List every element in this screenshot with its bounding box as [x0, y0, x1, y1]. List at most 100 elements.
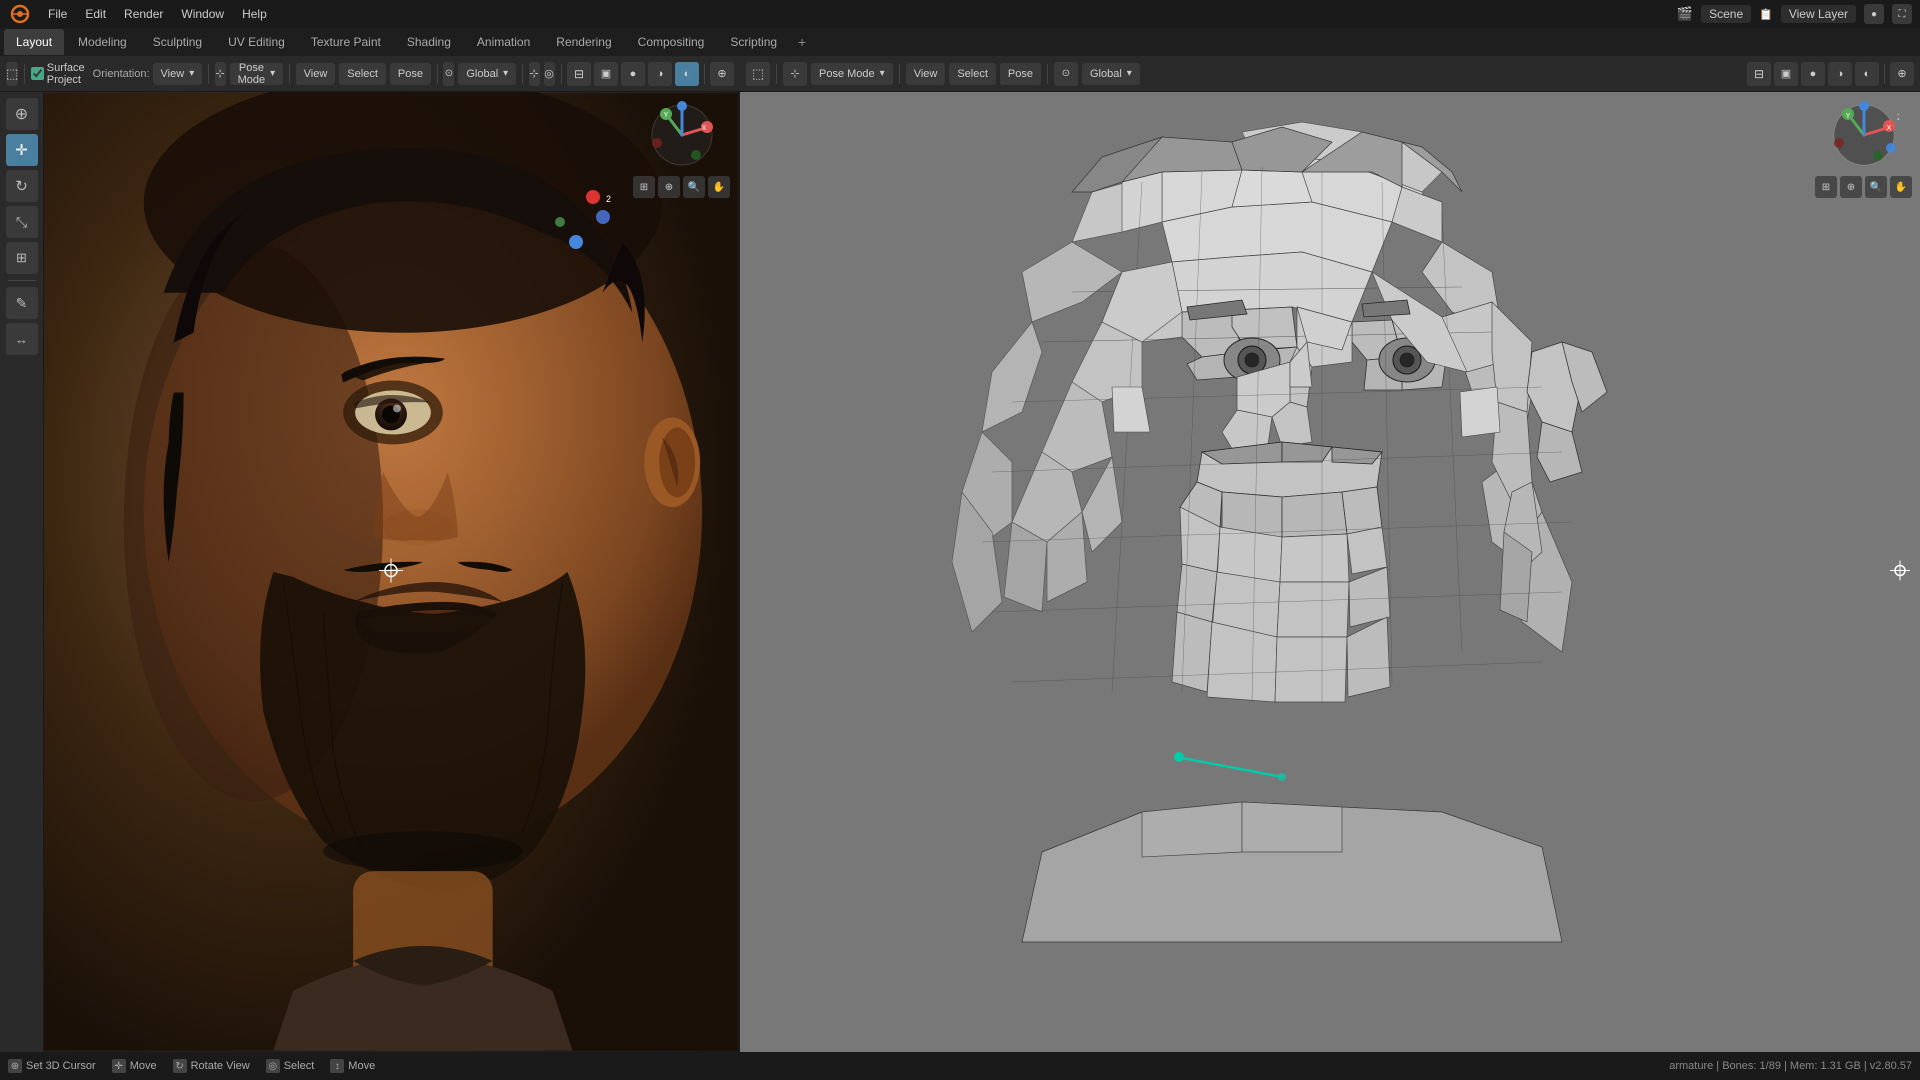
render-engine-btn[interactable]: ● — [1864, 4, 1884, 24]
surface-project-label: Surface Project — [47, 62, 85, 86]
tab-shading[interactable]: Shading — [395, 29, 463, 55]
svg-text:2: 2 — [606, 194, 611, 204]
tab-texture-paint[interactable]: Texture Paint — [299, 29, 393, 55]
right-vp-gizmo[interactable]: X Y 2 — [1829, 100, 1899, 170]
select-status-label: Select — [284, 1060, 315, 1072]
global-dropdown[interactable]: Global — [458, 63, 516, 85]
gizmo-btn-r[interactable]: ⊕ — [1890, 62, 1914, 86]
view-layer-name[interactable]: View Layer — [1781, 5, 1856, 23]
move-icon: ✛ — [112, 1059, 126, 1073]
rotate-tool[interactable]: ↻ — [6, 170, 38, 202]
orbit-btn-r[interactable]: ⊕ — [1840, 176, 1862, 198]
status-move-item: ✛ Move — [112, 1059, 157, 1073]
rendered-view-bg: X Y ⊞ ⊕ — [44, 92, 738, 1052]
orbit-btn[interactable]: ⊕ — [658, 176, 680, 198]
perspective-label: User Perspective — [748, 100, 856, 117]
header-left-toolbar: ⬚ Surface Project Orientation: View ⊹ Po… — [0, 56, 740, 92]
status-move2-item: ↕ Move — [330, 1059, 375, 1073]
gizmo-btn[interactable]: ⊕ — [710, 62, 734, 86]
menu-edit[interactable]: Edit — [77, 5, 114, 23]
tab-uv-editing[interactable]: UV Editing — [216, 29, 297, 55]
material-btn-r[interactable]: ◑ — [1828, 62, 1852, 86]
view-menu-btn-r[interactable]: View — [906, 63, 946, 85]
transform-gizmo-widget: 2 — [538, 177, 618, 260]
view-menu-btn[interactable]: View — [296, 63, 336, 85]
status-bar: ⊕ Set 3D Cursor ✛ Move ↻ Rotate View ◎ S… — [0, 1052, 1920, 1080]
move2-status-label: Move — [348, 1060, 375, 1072]
orientation-dropdown[interactable]: View — [153, 63, 203, 85]
viewport-container: X Y ⊞ ⊕ — [44, 92, 1920, 1052]
menu-file[interactable]: File — [40, 5, 75, 23]
tab-add[interactable]: + — [791, 31, 813, 53]
mode-icon-btn-r[interactable]: ⊹ — [783, 62, 807, 86]
wireframe-view-bg: User Perspective (35) armature : Jaw01 — [740, 92, 1920, 1052]
pivot-dropdown[interactable]: ⊙ — [443, 62, 454, 86]
cursor-status-label: Set 3D Cursor — [26, 1060, 96, 1072]
move-status-label: Move — [130, 1060, 157, 1072]
viewport-left[interactable]: X Y ⊞ ⊕ — [44, 92, 740, 1052]
scale-tool[interactable]: ⤡ — [6, 206, 38, 238]
tab-scripting[interactable]: Scripting — [718, 29, 789, 55]
move-tool[interactable]: ✛ — [6, 134, 38, 166]
editor-type-btn-r[interactable]: ⬚ — [746, 62, 770, 86]
menu-window[interactable]: Window — [173, 5, 232, 23]
measure-tool[interactable]: ↔ — [6, 323, 38, 355]
solid-btn-r[interactable]: ● — [1801, 62, 1825, 86]
pose-mode-btn-r[interactable]: Pose Mode — [811, 63, 893, 85]
status-info: armature | Bones: 1/89 | Mem: 1.31 GB | … — [1669, 1060, 1912, 1072]
pan-btn-r[interactable]: ✋ — [1890, 176, 1912, 198]
annotate-tool[interactable]: ✎ — [6, 287, 38, 319]
rendered-shading-btn[interactable]: ◐ — [675, 62, 699, 86]
wireframe-btn-r[interactable]: ▣ — [1774, 62, 1798, 86]
overlay-btn-r[interactable]: ⊟ — [1747, 62, 1771, 86]
menu-render[interactable]: Render — [116, 5, 171, 23]
global-dropdown-r[interactable]: Global — [1082, 63, 1140, 85]
editor-type-btn[interactable]: ⬚ — [6, 62, 18, 86]
zoom-btn-r[interactable]: 🔍 — [1865, 176, 1887, 198]
rsep2 — [899, 64, 900, 84]
tab-modeling[interactable]: Modeling — [66, 29, 139, 55]
proportional-editing[interactable]: ◎ — [544, 62, 555, 86]
top-menu-bar: File Edit Render Window Help 🎬 Scene 📋 V… — [0, 0, 1920, 28]
pose-menu-btn-r[interactable]: Pose — [1000, 63, 1041, 85]
viewport-info: User Perspective (35) armature : Jaw01 — [748, 100, 856, 133]
menu-help[interactable]: Help — [234, 5, 275, 23]
pivot-dropdown-r[interactable]: ⊙ — [1054, 62, 1078, 86]
pose-menu-btn[interactable]: Pose — [390, 63, 431, 85]
surface-project-checkbox[interactable] — [31, 67, 44, 80]
cursor-tool[interactable]: ⊕ — [6, 98, 38, 130]
tab-rendering[interactable]: Rendering — [544, 29, 623, 55]
svg-text:Y: Y — [1845, 113, 1850, 120]
tab-layout[interactable]: Layout — [4, 29, 64, 55]
status-rotate-item: ↻ Rotate View — [173, 1059, 250, 1073]
pose-mode-btn[interactable]: Pose Mode — [230, 63, 284, 85]
left-vp-gizmo[interactable]: X Y — [647, 100, 717, 170]
viewport-right[interactable]: User Perspective (35) armature : Jaw01 — [740, 92, 1920, 1052]
rendered-btn-r[interactable]: ◐ — [1855, 62, 1879, 86]
fullscreen-btn[interactable]: ⛶ — [1892, 4, 1912, 24]
pan-btn[interactable]: ✋ — [708, 176, 730, 198]
svg-text:Y: Y — [663, 112, 668, 119]
select-menu-btn-r[interactable]: Select — [949, 63, 996, 85]
grid-view-btn[interactable]: ⊞ — [633, 176, 655, 198]
tab-animation[interactable]: Animation — [465, 29, 542, 55]
solid-shading-btn[interactable]: ● — [621, 62, 645, 86]
select-icon: ◎ — [266, 1059, 280, 1073]
mode-icon-btn[interactable]: ⊹ — [215, 62, 226, 86]
tab-sculpting[interactable]: Sculpting — [141, 29, 214, 55]
select-menu-btn[interactable]: Select — [339, 63, 386, 85]
snap-toggle[interactable]: ⊹ — [529, 62, 540, 86]
transform-tool[interactable]: ⊞ — [6, 242, 38, 274]
zoom-btn[interactable]: 🔍 — [683, 176, 705, 198]
material-shading-btn[interactable]: ◑ — [648, 62, 672, 86]
workspace-tabs: Layout Modeling Sculpting UV Editing Tex… — [0, 28, 1920, 56]
svg-text:2: 2 — [1897, 112, 1899, 122]
tab-compositing[interactable]: Compositing — [626, 29, 717, 55]
svg-text:X: X — [1886, 125, 1891, 132]
status-cursor-item: ⊕ Set 3D Cursor — [8, 1059, 96, 1073]
wireframe-shading-btn[interactable]: ▣ — [594, 62, 618, 86]
overlay-btn[interactable]: ⊟ — [567, 62, 591, 86]
scene-icon: 🎬 — [1677, 6, 1693, 22]
scene-name[interactable]: Scene — [1701, 5, 1751, 23]
grid-view-btn-r[interactable]: ⊞ — [1815, 176, 1837, 198]
